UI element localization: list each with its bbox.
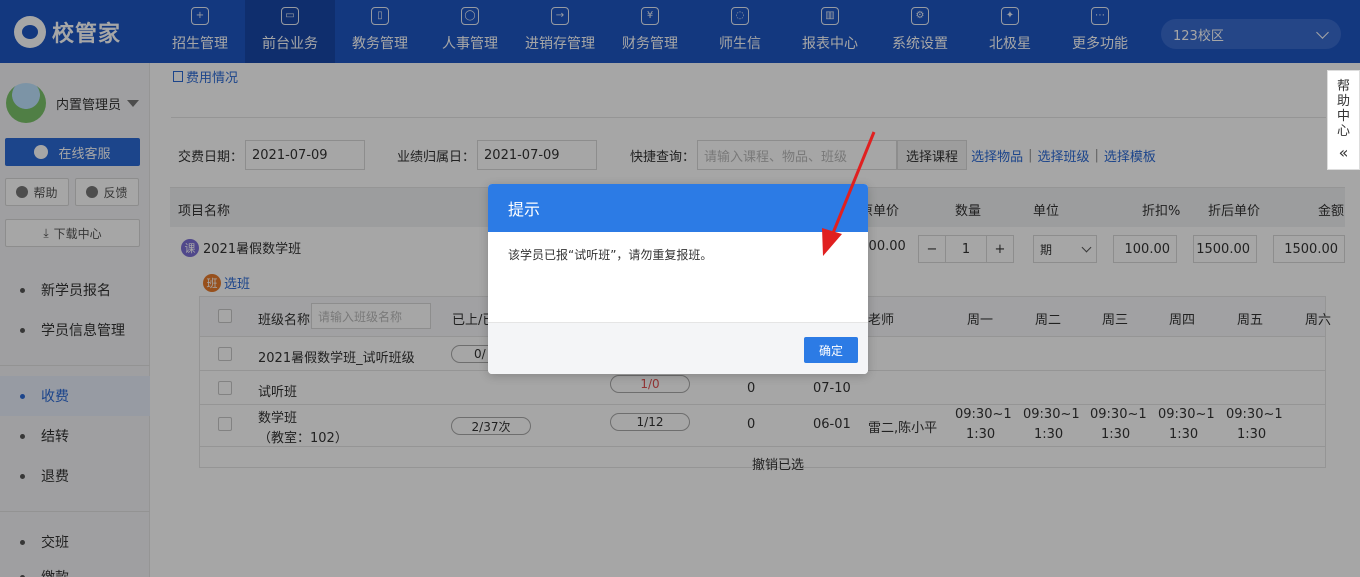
dialog-footer: 确定	[488, 322, 868, 374]
dialog-message: 该学员已报“试听班”，请勿重复报班。	[508, 248, 713, 262]
alert-dialog: 提示 该学员已报“试听班”，请勿重复报班。 确定	[488, 184, 868, 374]
dialog-body: 该学员已报“试听班”，请勿重复报班。	[488, 232, 868, 322]
dialog-header: 提示	[488, 184, 868, 232]
help-center-label: 帮助中心	[1337, 79, 1351, 139]
dialog-title: 提示	[508, 200, 541, 219]
collapse-icon: «	[1338, 143, 1349, 162]
help-center-tab[interactable]: 帮助中心 «	[1327, 70, 1360, 170]
ok-button[interactable]: 确定	[804, 337, 858, 363]
